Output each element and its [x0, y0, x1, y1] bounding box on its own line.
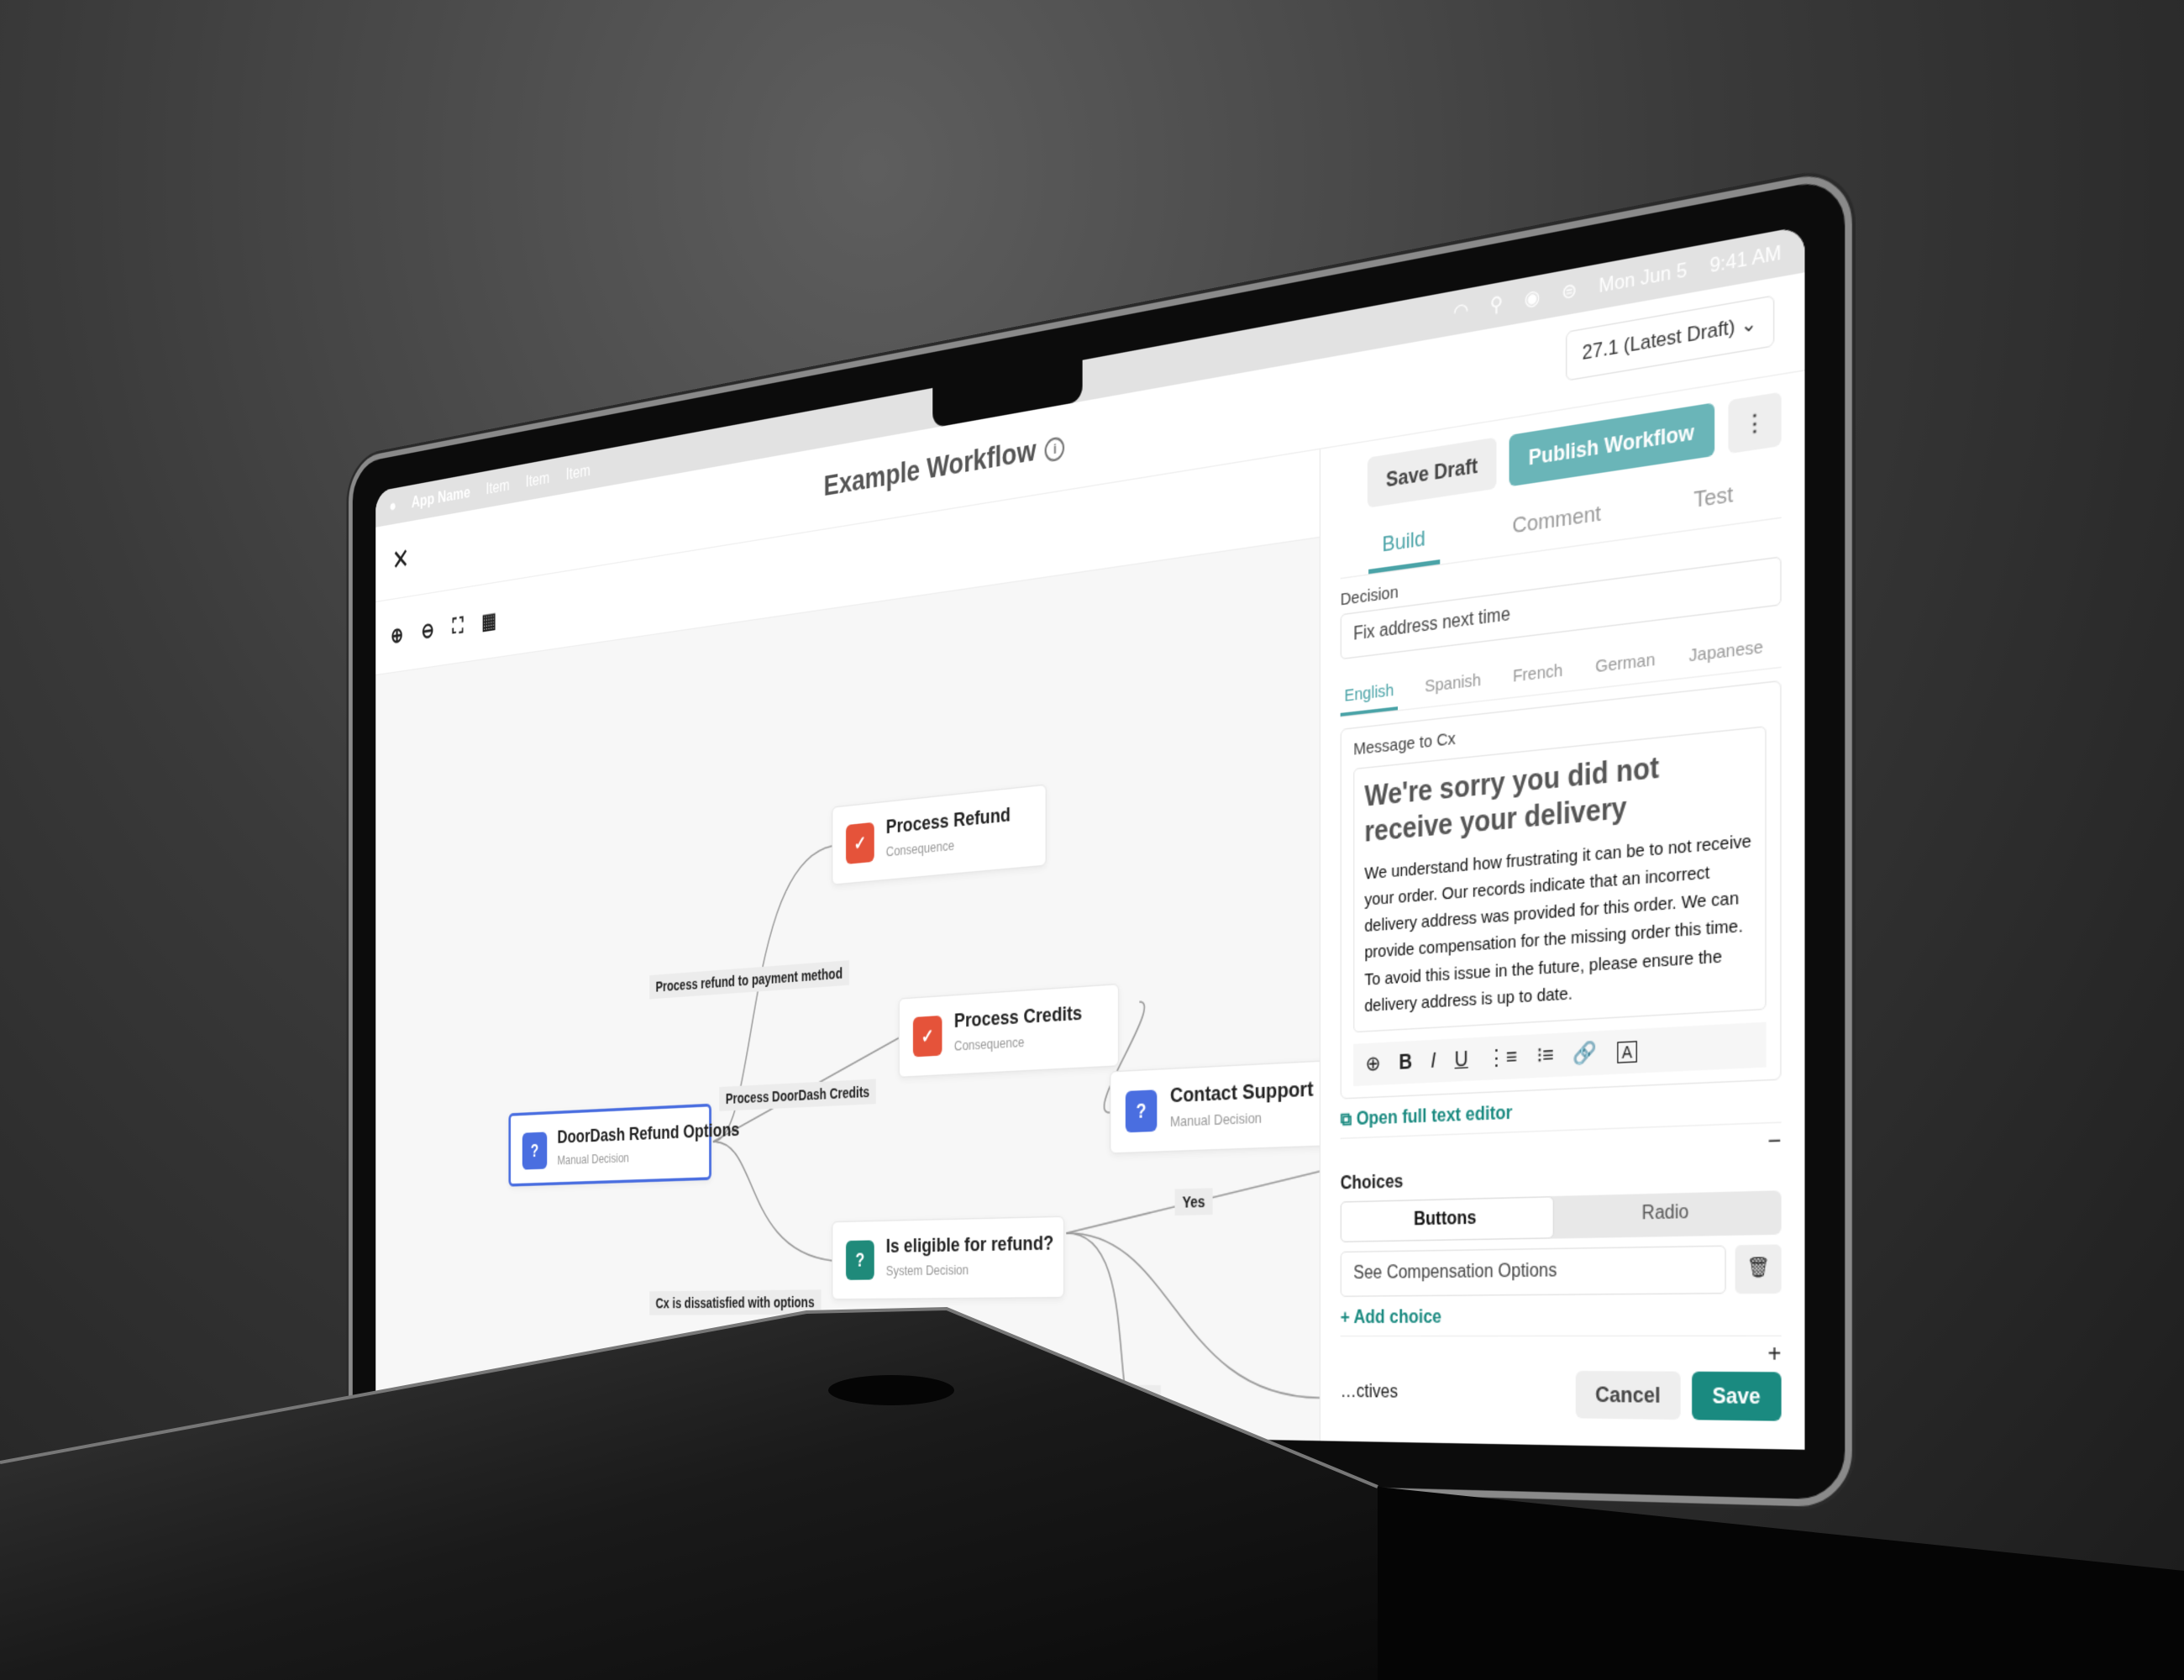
- laptop-base: [0, 0, 2184, 1680]
- laptop-deck: [0, 1309, 1378, 1680]
- laptop-base-block: [1378, 1487, 2184, 1680]
- hinge-notch: [828, 1375, 954, 1405]
